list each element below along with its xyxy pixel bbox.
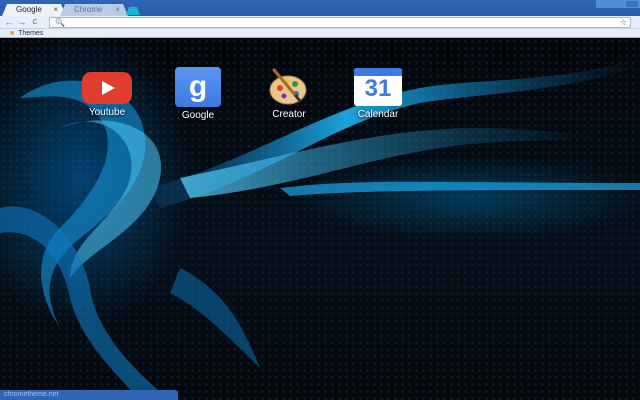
bookmarks-bar: ■ Themes [0, 29, 640, 38]
calendar-icon: 31 [354, 68, 402, 106]
window-controls[interactable] [596, 0, 640, 8]
youtube-icon [82, 72, 132, 104]
browser-window: Google × Chrome × ← → C 🔍 ☆ ■ Themes You… [0, 0, 640, 400]
star-icon[interactable]: ☆ [620, 18, 627, 27]
address-input[interactable] [66, 18, 606, 27]
app-google[interactable]: g Google [163, 67, 233, 121]
tab-label: Chrome [74, 5, 103, 14]
bookmark-label: Themes [18, 30, 44, 37]
tab-label: Google [16, 5, 42, 14]
app-label: Calendar [357, 109, 399, 120]
app-label: Google [181, 110, 215, 121]
back-icon[interactable]: ← [4, 16, 14, 29]
palette-icon [266, 66, 312, 106]
omnibox[interactable]: 🔍 ☆ [49, 17, 631, 28]
bookmark-themes[interactable]: ■ Themes [10, 29, 43, 38]
app-calendar[interactable]: 31 Calendar [343, 68, 413, 120]
app-label: Youtube [88, 107, 126, 118]
toolbar: ← → C 🔍 ☆ [0, 16, 640, 29]
new-tab-page: Youtube g Google Creator 31 Calendar [0, 38, 640, 400]
folder-icon: ■ [10, 30, 15, 37]
app-label: Creator [272, 109, 306, 120]
tab-strip: Google × Chrome × [0, 0, 640, 16]
forward-icon[interactable]: → [17, 16, 27, 29]
new-tab-button[interactable] [126, 7, 140, 15]
app-grid: Youtube g Google Creator 31 Calendar [0, 38, 640, 138]
reload-icon[interactable]: C [30, 16, 40, 29]
search-icon: 🔍 [55, 18, 65, 27]
tab-chrome[interactable]: Chrome × [60, 4, 128, 16]
close-icon[interactable]: × [53, 4, 58, 16]
google-icon: g [175, 67, 221, 107]
calendar-day: 31 [364, 75, 392, 102]
app-youtube[interactable]: Youtube [72, 69, 142, 118]
app-creator[interactable]: Creator [254, 66, 324, 120]
close-icon[interactable]: × [115, 4, 120, 16]
tab-google[interactable]: Google × [2, 4, 66, 16]
status-bar: chrometheme.net [0, 390, 178, 400]
